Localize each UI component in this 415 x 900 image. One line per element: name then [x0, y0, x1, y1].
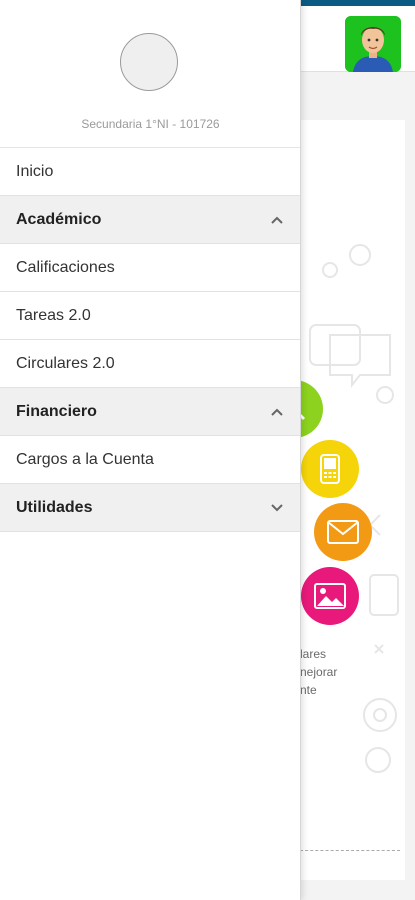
- chevron-down-icon: [270, 501, 284, 515]
- menu-section-label: Académico: [16, 210, 102, 228]
- menu-item-circulares[interactable]: Circulares 2.0: [0, 340, 300, 388]
- menu-section-label: Financiero: [16, 402, 97, 420]
- divider: [300, 850, 400, 851]
- profile-photo[interactable]: [120, 33, 178, 91]
- image-icon: [314, 583, 346, 609]
- menu-item-inicio[interactable]: Inicio: [0, 148, 300, 196]
- mail-icon: [327, 520, 359, 544]
- gallery-action-button[interactable]: [301, 567, 359, 625]
- menu-section-financiero[interactable]: Financiero: [0, 388, 300, 436]
- menu-item-label: Cargos a la Cuenta: [16, 450, 154, 468]
- menu-item-tareas[interactable]: Tareas 2.0: [0, 292, 300, 340]
- menu-item-label: Calificaciones: [16, 258, 115, 276]
- caption-line: nejorar: [300, 665, 338, 679]
- profile-group-label: Secundaria 1°NI - 101726: [81, 117, 220, 131]
- phone-icon: [320, 454, 340, 484]
- user-avatar[interactable]: [345, 16, 401, 72]
- caption-line: lares: [300, 647, 327, 661]
- menu-section-label: Utilidades: [16, 498, 93, 516]
- navigation-drawer: Secundaria 1°NI - 101726 Inicio Académic…: [0, 0, 301, 900]
- caption-line: nte: [300, 683, 317, 697]
- menu-section-utilidades[interactable]: Utilidades: [0, 484, 300, 532]
- menu-item-cargos[interactable]: Cargos a la Cuenta: [0, 436, 300, 484]
- content-caption: lares nejorar nte: [300, 645, 410, 699]
- mail-action-button[interactable]: [314, 503, 372, 561]
- menu-item-calificaciones[interactable]: Calificaciones: [0, 244, 300, 292]
- chevron-up-icon: [270, 405, 284, 419]
- chevron-up-icon: [270, 213, 284, 227]
- menu-item-label: Circulares 2.0: [16, 354, 115, 372]
- phone-action-button[interactable]: [301, 440, 359, 498]
- avatar-icon: [345, 16, 401, 72]
- drawer-profile: Secundaria 1°NI - 101726: [0, 0, 300, 148]
- menu-item-label: Tareas 2.0: [16, 306, 91, 324]
- menu-section-academico[interactable]: Académico: [0, 196, 300, 244]
- menu-item-label: Inicio: [16, 162, 54, 180]
